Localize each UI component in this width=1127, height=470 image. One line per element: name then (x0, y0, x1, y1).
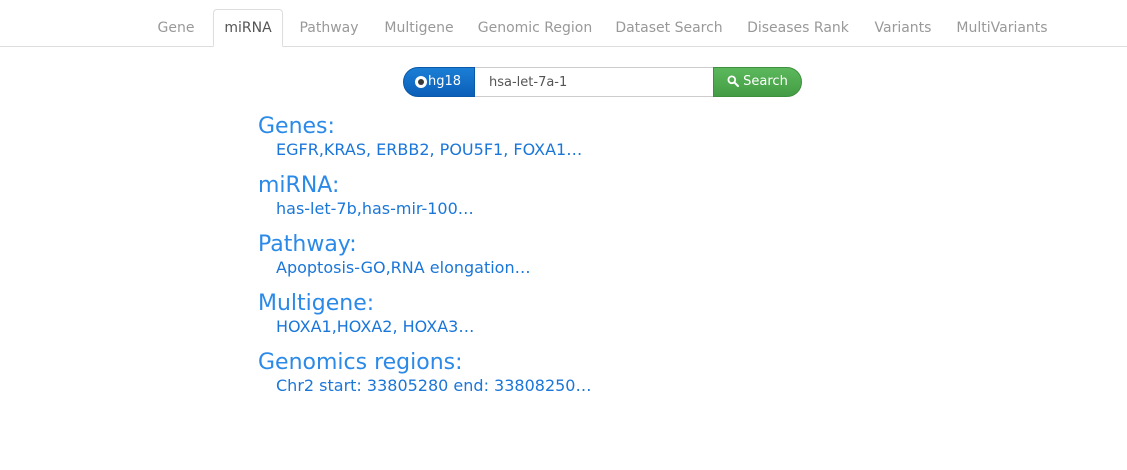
pathway-example-link[interactable]: Apoptosis-GO,RNA elongation… (276, 258, 531, 278)
mirna-title: miRNA: (258, 173, 340, 198)
pathway-section: Pathway: Apoptosis-GO,RNA elongation… (258, 232, 531, 278)
genes-section: Genes: EGFR,KRAS, ERBB2, POU5F1, FOXA1… (258, 114, 582, 160)
mirna-example-link[interactable]: has-let-7b,has-mir-100… (276, 199, 474, 219)
tab-pathway[interactable]: Pathway (290, 9, 368, 47)
genome-select-button[interactable]: hg18 (403, 67, 475, 97)
genomic-regions-title: Genomics regions: (258, 350, 463, 375)
tab-genomic-region[interactable]: Genomic Region (470, 9, 600, 47)
tab-multigene[interactable]: Multigene (376, 9, 462, 47)
multigene-example-link[interactable]: HOXA1,HOXA2, HOXA3… (276, 317, 474, 337)
tab-dataset-search[interactable]: Dataset Search (608, 9, 730, 47)
genes-title: Genes: (258, 114, 335, 139)
tab-variants[interactable]: Variants (866, 9, 940, 47)
genome-label: hg18 (428, 74, 462, 89)
search-input[interactable] (475, 67, 713, 97)
tab-bar: Gene miRNA Pathway Multigene Genomic Reg… (0, 0, 1127, 47)
search-button[interactable]: Search (713, 67, 802, 97)
genomic-regions-example-link[interactable]: Chr2 start: 33805280 end: 33808250… (276, 376, 591, 396)
mirna-section: miRNA: has-let-7b,has-mir-100… (258, 173, 474, 219)
tab-mirna[interactable]: miRNA (213, 9, 283, 47)
multigene-title: Multigene: (258, 291, 375, 316)
genes-example-link[interactable]: EGFR,KRAS, ERBB2, POU5F1, FOXA1… (276, 140, 582, 160)
radio-icon (415, 76, 427, 88)
search-button-label: Search (743, 74, 788, 89)
multigene-section: Multigene: HOXA1,HOXA2, HOXA3… (258, 291, 474, 337)
tab-diseases-rank[interactable]: Diseases Rank (738, 9, 858, 47)
page: Gene miRNA Pathway Multigene Genomic Reg… (0, 0, 1127, 470)
magnifier-icon (727, 75, 740, 87)
tab-gene[interactable]: Gene (147, 9, 205, 47)
pathway-title: Pathway: (258, 232, 357, 257)
genomic-regions-section: Genomics regions: Chr2 start: 33805280 e… (258, 350, 591, 396)
tab-multivariants[interactable]: MultiVariants (948, 9, 1056, 47)
